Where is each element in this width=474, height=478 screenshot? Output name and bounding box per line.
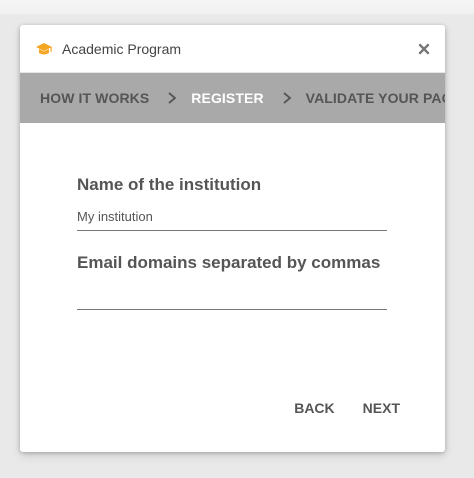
step-validate-your-page[interactable]: VALIDATE YOUR PAGE — [306, 90, 445, 106]
email-domains-input[interactable] — [77, 290, 387, 310]
institution-label: Name of the institution — [77, 175, 262, 194]
chevron-right-icon — [167, 91, 177, 105]
back-button[interactable]: BACK — [294, 400, 334, 416]
dialog-title: Academic Program — [62, 40, 182, 57]
email-domains-label: Email domains separated by commas — [77, 253, 381, 272]
graduation-cap-icon — [35, 42, 53, 56]
dialog-footer: BACK NEXT — [294, 400, 400, 416]
step-how-it-works[interactable]: HOW IT WORKS — [40, 90, 149, 106]
chevron-right-icon — [282, 91, 292, 105]
close-icon[interactable] — [417, 42, 431, 56]
step-register[interactable]: REGISTER — [191, 90, 263, 106]
dialog-header: Academic Program — [20, 25, 445, 73]
steps-bar: HOW IT WORKS REGISTER VALIDATE YOUR PAGE — [20, 73, 445, 123]
academic-program-dialog: Academic Program HOW IT WORKS REGISTER V… — [20, 25, 445, 452]
institution-input[interactable] — [77, 209, 387, 231]
next-button[interactable]: NEXT — [363, 400, 400, 416]
